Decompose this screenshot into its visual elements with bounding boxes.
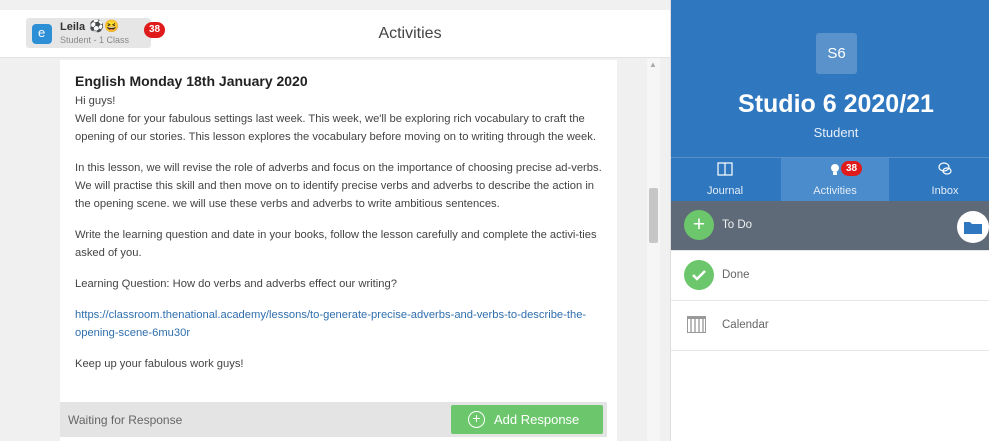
menu-item-todo[interactable]: + To Do (671, 201, 989, 251)
post-paragraph: Well done for your fabulous settings las… (75, 113, 596, 143)
lesson-link[interactable]: https://classroom.thenational.academy/le… (75, 309, 586, 339)
plus-circle-icon: + (684, 210, 714, 240)
class-sidebar: S6 Studio 6 2020/21 Student Journal 38 A… (670, 0, 989, 441)
class-header: S6 Studio 6 2020/21 Student (671, 0, 989, 157)
activity-pane: Leila ⚽😆 Student - 1 Class 38 Activities… (0, 0, 670, 441)
post-closing: Keep up your fabulous work guys! (75, 358, 244, 370)
tab-journal[interactable]: Journal (671, 158, 779, 202)
menu-item-calendar[interactable]: Calendar (671, 301, 989, 351)
class-role: Student (813, 125, 859, 140)
tab-label: Activities (813, 185, 857, 197)
post-body: English Monday 18th January 2020 Hi guys… (75, 72, 605, 386)
menu-label: Done (722, 269, 750, 281)
book-icon (717, 162, 733, 176)
learning-question: Learning Question: How do verbs and adve… (75, 278, 397, 290)
add-response-button[interactable]: + Add Response (451, 405, 603, 434)
chat-bubbles-icon (937, 162, 953, 176)
post-card: English Monday 18th January 2020 Hi guys… (60, 60, 617, 441)
check-circle-icon (684, 260, 714, 290)
sidebar-tabs: Journal 38 Activities Inbox (671, 157, 989, 202)
post-title: English Monday 18th January 2020 (75, 73, 308, 89)
post-paragraph: Write the learning question and date in … (75, 229, 597, 259)
class-badge: S6 (816, 33, 857, 74)
class-title: Studio 6 2020/21 (738, 90, 934, 118)
activities-badge: 38 (841, 161, 862, 176)
tab-inbox[interactable]: Inbox (891, 158, 989, 202)
scrollbar-thumb[interactable] (649, 188, 658, 243)
tab-activities[interactable]: 38 Activities (781, 158, 889, 202)
response-status: Waiting for Response (68, 413, 183, 427)
tab-label: Inbox (931, 185, 959, 197)
post-greeting: Hi guys! (75, 95, 116, 107)
menu-label: Calendar (722, 319, 769, 331)
response-bar: Waiting for Response + Add Response (60, 402, 607, 437)
scrollbar[interactable]: ▲ (647, 58, 660, 441)
folder-icon[interactable] (957, 211, 989, 243)
tab-label: Journal (706, 185, 744, 197)
scroll-up-icon[interactable]: ▲ (649, 60, 657, 69)
menu-item-done[interactable]: Done (671, 251, 989, 301)
calendar-icon (687, 316, 706, 333)
menu-label: To Do (722, 219, 753, 231)
post-paragraph: In this lesson, we will revise the role … (75, 162, 602, 210)
plus-icon: + (468, 411, 485, 428)
app-window: Leila ⚽😆 Student - 1 Class 38 Activities… (0, 0, 989, 441)
add-response-label: Add Response (494, 412, 580, 427)
top-bar: Leila ⚽😆 Student - 1 Class 38 Activities (0, 10, 670, 58)
